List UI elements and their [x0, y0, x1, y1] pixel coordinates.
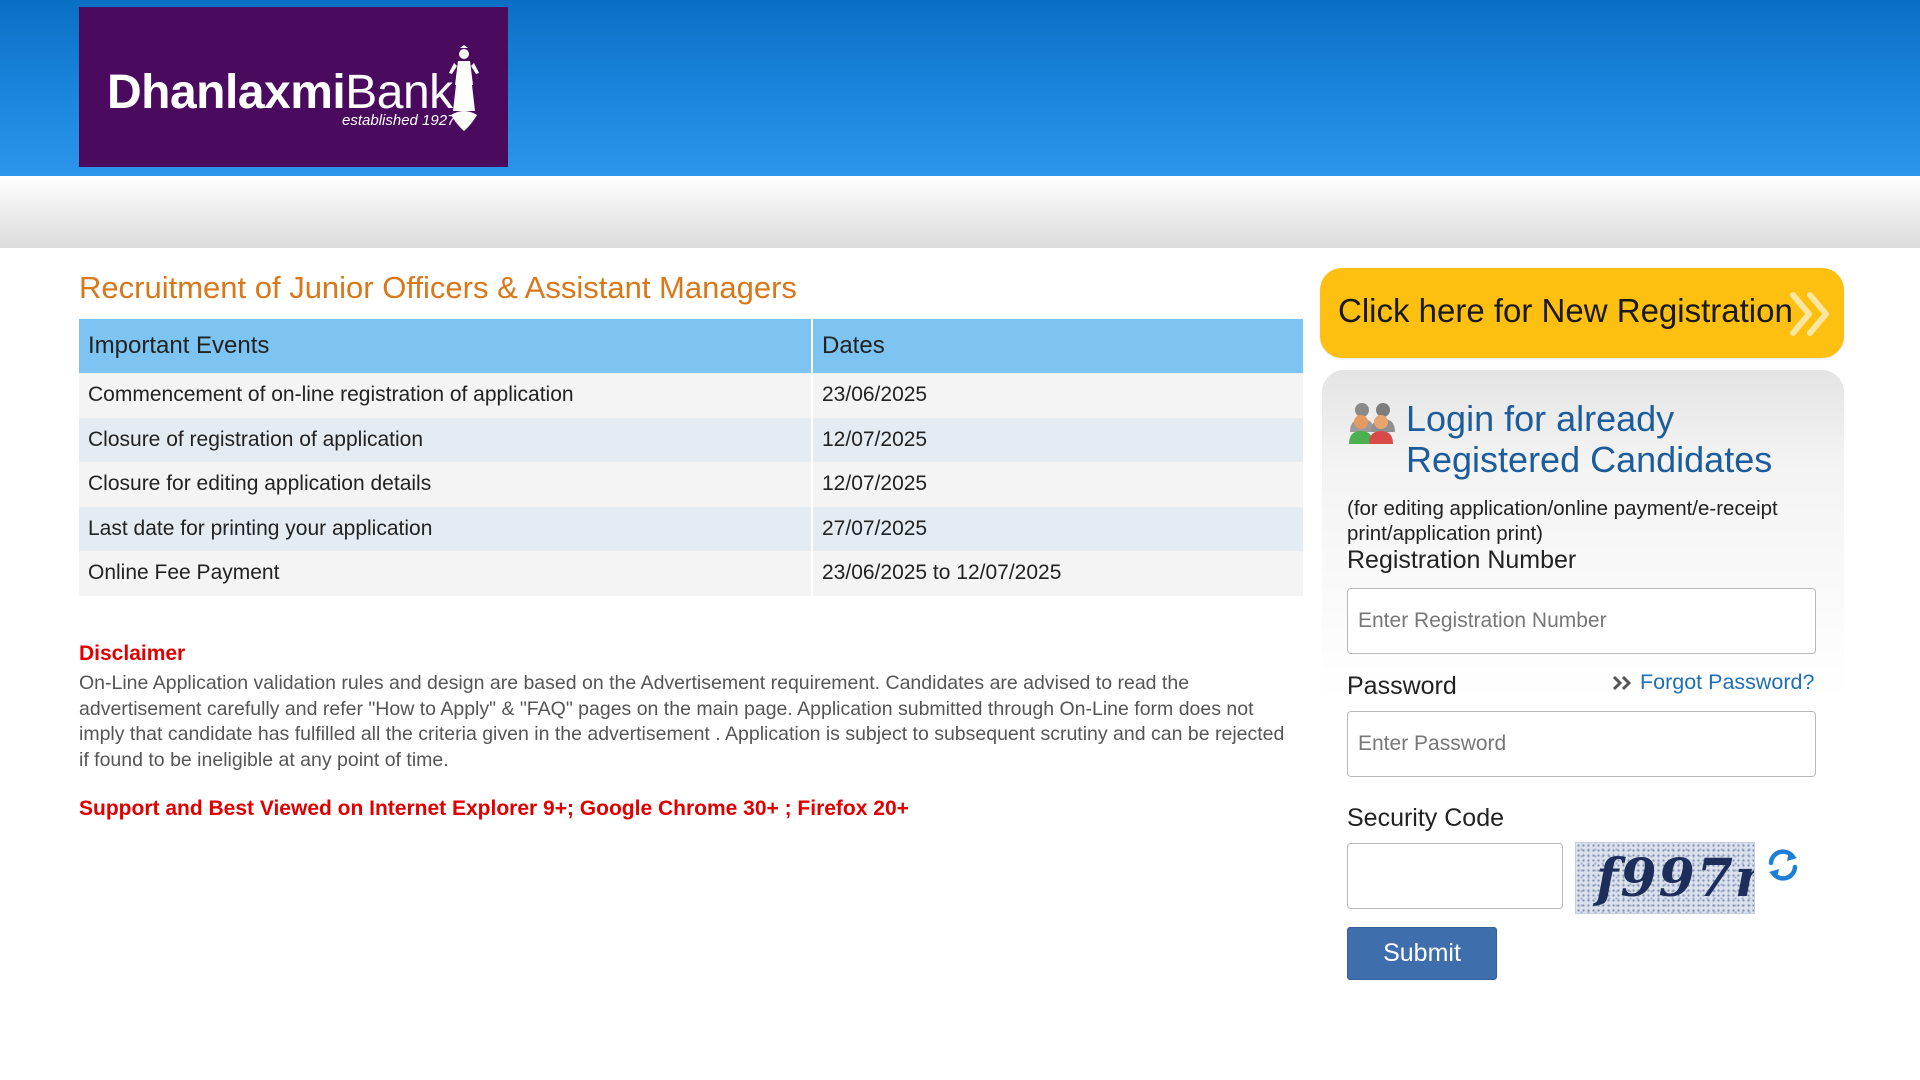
table-row: Closure for editing application details … [79, 462, 1303, 507]
goddess-figure-icon [449, 45, 479, 131]
security-code-label: Security Code [1347, 804, 1505, 832]
new-registration-label: Click here for New Registration [1338, 292, 1793, 329]
login-title-line1: Login for already [1406, 398, 1675, 439]
column-header-dates: Dates [812, 319, 1303, 373]
password-input[interactable] [1347, 711, 1816, 777]
password-label: Password [1347, 672, 1457, 700]
event-cell: Online Fee Payment [79, 551, 813, 596]
registration-number-label: Registration Number [1347, 546, 1577, 574]
important-events-table: Important Events Dates Commencement of o… [79, 319, 1303, 596]
table-header-row: Important Events Dates [79, 319, 1303, 373]
submit-button[interactable]: Submit [1347, 927, 1497, 980]
captcha-text: f997n [1596, 848, 1754, 909]
login-title: Login for already Registered Candidates [1406, 398, 1772, 480]
double-chevron-right-icon [1790, 292, 1829, 336]
date-cell: 27/07/2025 [812, 506, 1303, 551]
logo-tagline: established 1927 [342, 112, 456, 129]
login-title-line2: Registered Candidates [1406, 439, 1773, 480]
site-header: DhanlaxmiBank established 1927 [0, 0, 1920, 176]
column-header-events: Important Events [79, 319, 813, 373]
date-cell: 23/06/2025 [812, 373, 1303, 418]
login-panel: Login for already Registered Candidates … [1322, 370, 1844, 1010]
header-divider-band [0, 176, 1920, 248]
table-row: Commencement of on-line registration of … [79, 373, 1303, 418]
security-code-input[interactable] [1347, 843, 1563, 909]
new-registration-button[interactable]: Click here for New Registration [1320, 268, 1844, 358]
date-cell: 23/06/2025 to 12/07/2025 [812, 551, 1303, 596]
double-chevron-right-icon [1612, 676, 1632, 691]
table-row: Closure of registration of application 1… [79, 417, 1303, 462]
table-row: Last date for printing your application … [79, 506, 1303, 551]
date-cell: 12/07/2025 [812, 462, 1303, 507]
login-note: (for editing application/online payment/… [1347, 497, 1778, 545]
date-cell: 12/07/2025 [812, 417, 1303, 462]
page-title: Recruitment of Junior Officers & Assista… [79, 270, 797, 305]
event-cell: Commencement of on-line registration of … [79, 373, 813, 418]
disclaimer-text: On-Line Application validation rules and… [79, 672, 1285, 771]
event-cell: Closure for editing application details [79, 462, 813, 507]
disclaimer-title: Disclaimer [79, 642, 186, 665]
users-group-icon [1349, 403, 1395, 444]
event-cell: Last date for printing your application [79, 506, 813, 551]
logo-word-bold: Dhanlaxmi [107, 66, 346, 119]
refresh-icon[interactable] [1765, 847, 1801, 883]
bank-logo[interactable]: DhanlaxmiBank established 1927 [79, 7, 508, 167]
event-cell: Closure of registration of application [79, 417, 813, 462]
forgot-password-label: Forgot Password? [1640, 670, 1815, 694]
table-row: Online Fee Payment 23/06/2025 to 12/07/2… [79, 551, 1303, 596]
forgot-password-link[interactable]: Forgot Password? [1612, 670, 1814, 695]
registration-number-input[interactable] [1347, 588, 1816, 654]
browser-support-note: Support and Best Viewed on Internet Expl… [79, 797, 909, 820]
captcha-image: f997n [1575, 842, 1755, 914]
